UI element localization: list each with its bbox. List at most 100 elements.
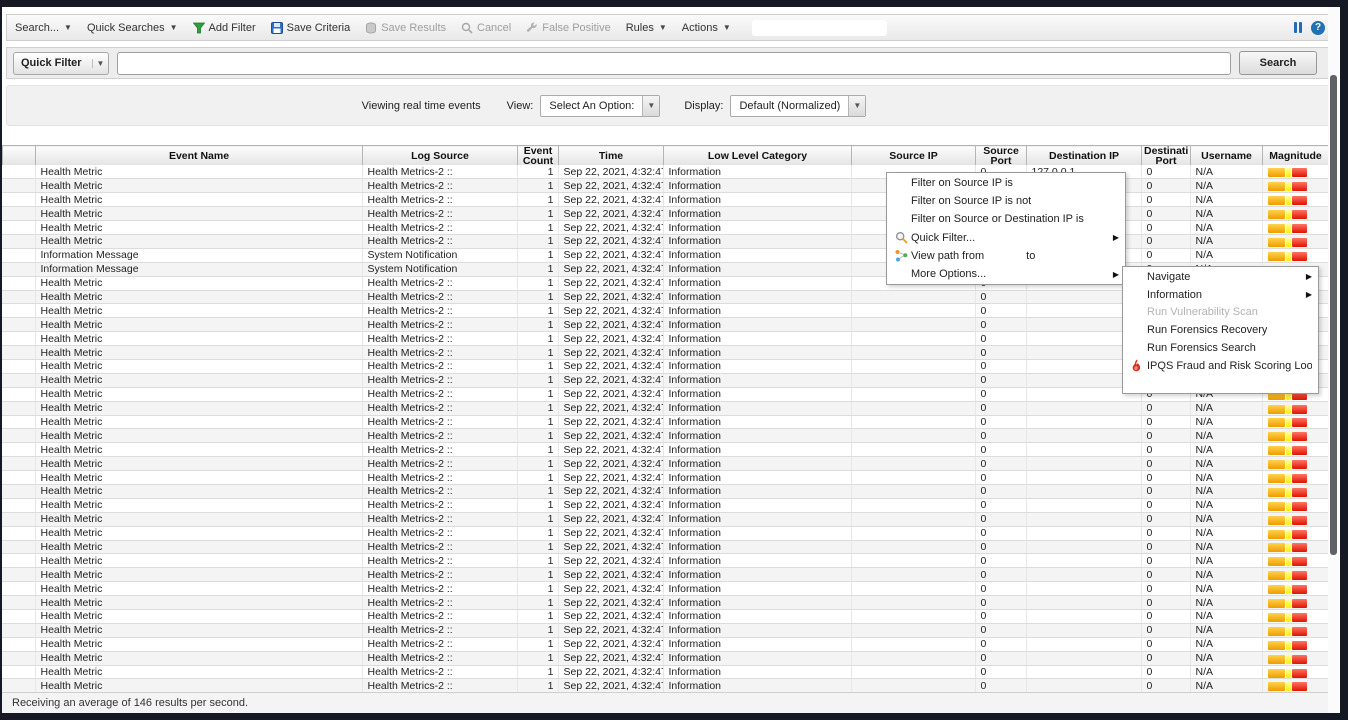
table-row[interactable]: Health Metric Health Metrics-2 :: 1 Sep …: [2, 665, 1328, 679]
column-header-time[interactable]: Time: [559, 146, 664, 167]
column-header-destination-ip[interactable]: Destination IP: [1027, 146, 1142, 167]
row-select-cell: [2, 359, 35, 373]
event-count-cell: 1: [517, 234, 558, 248]
toolbar: Search...▼ Quick Searches▼ Add Filter Sa…: [6, 14, 1334, 41]
view-label: View:: [507, 100, 534, 112]
help-icon[interactable]: ?: [1311, 21, 1325, 35]
submenu-item-run-vulnerability-scan[interactable]: Run Vulnerability Scan: [1123, 304, 1318, 322]
table-row[interactable]: Health Metric Health Metrics-2 :: 1 Sep …: [2, 554, 1328, 568]
table-row[interactable]: Health Metric Health Metrics-2 :: 1 Sep …: [2, 471, 1328, 485]
table-row[interactable]: Health Metric Health Metrics-2 :: 1 Sep …: [2, 679, 1328, 692]
table-row[interactable]: Health Metric Health Metrics-2 :: 1 Sep …: [2, 637, 1328, 651]
magnitude-bar: [1268, 235, 1328, 248]
submenu-item-navigate[interactable]: Navigate ▶: [1123, 268, 1318, 286]
destination-ip-cell: [1026, 429, 1141, 443]
row-select-cell: [2, 457, 35, 471]
submenu-item-information[interactable]: Information ▶: [1123, 286, 1318, 304]
vertical-scrollbar[interactable]: [1328, 7, 1340, 713]
quick-searches-menu-button[interactable]: Quick Searches▼: [87, 22, 178, 34]
log-source-cell: Health Metrics-2 ::: [362, 568, 517, 582]
table-row[interactable]: Health Metric Health Metrics-2 :: 1 Sep …: [2, 526, 1328, 540]
time-cell: Sep 22, 2021, 4:32:47 PM: [558, 179, 663, 193]
low-level-category-cell: Information: [663, 554, 851, 568]
menu-item-filter-source-ip-is-not[interactable]: Filter on Source IP is not: [887, 192, 1125, 210]
source-ip-cell: [851, 568, 975, 582]
table-row[interactable]: Health Metric Health Metrics-2 :: 1 Sep …: [2, 234, 1328, 248]
table-row[interactable]: Health Metric Health Metrics-2 :: 1 Sep …: [2, 415, 1328, 429]
add-filter-button[interactable]: Add Filter: [193, 22, 256, 34]
source-port-cell: 0: [975, 623, 1026, 637]
submenu-item-run-forensics-search[interactable]: Run Forensics Search: [1123, 339, 1318, 357]
submenu-item-run-forensics-recovery[interactable]: Run Forensics Recovery: [1123, 321, 1318, 339]
row-select-cell: [2, 193, 35, 207]
column-header-source-ip[interactable]: Source IP: [852, 146, 976, 167]
source-port-cell: 0: [975, 637, 1026, 651]
magnitude-bar: [1268, 207, 1328, 220]
actions-menu-button[interactable]: Actions▼: [682, 22, 731, 34]
table-row[interactable]: Health Metric Health Metrics-2 :: 1 Sep …: [2, 623, 1328, 637]
false-positive-button[interactable]: False Positive: [526, 22, 610, 34]
submenu-item-ipqs-lookup[interactable]: IPQS Fraud and Risk Scoring Lookup: [1123, 357, 1318, 375]
destination-port-cell: 0: [1141, 596, 1190, 610]
scrollbar-thumb[interactable]: [1330, 75, 1337, 555]
column-header-destination-port[interactable]: Destinati Port: [1142, 146, 1191, 167]
table-row[interactable]: Health Metric Health Metrics-2 :: 1 Sep …: [2, 540, 1328, 554]
magnitude-bar: [1268, 624, 1328, 637]
column-header-event-count[interactable]: Event Count: [518, 146, 559, 167]
table-row[interactable]: Health Metric Health Metrics-2 :: 1 Sep …: [2, 179, 1328, 193]
table-row[interactable]: Health Metric Health Metrics-2 :: 1 Sep …: [2, 401, 1328, 415]
table-row[interactable]: Health Metric Health Metrics-2 :: 1 Sep …: [2, 221, 1328, 235]
display-select[interactable]: Default (Normalized) ▼: [730, 95, 866, 117]
table-row[interactable]: Health Metric Health Metrics-2 :: 1 Sep …: [2, 207, 1328, 221]
table-row[interactable]: Health Metric Health Metrics-2 :: 1 Sep …: [2, 596, 1328, 610]
table-row[interactable]: Health Metric Health Metrics-2 :: 1 Sep …: [2, 165, 1328, 179]
low-level-category-cell: Information: [663, 484, 851, 498]
quick-filter-input[interactable]: [117, 52, 1231, 75]
source-ip-cell: [851, 526, 975, 540]
source-port-cell: 0: [975, 651, 1026, 665]
column-header-source-port[interactable]: Source Port: [976, 146, 1027, 167]
column-header-low-level-category[interactable]: Low Level Category: [664, 146, 852, 167]
search-menu-button[interactable]: Search...▼: [15, 22, 72, 34]
menu-item-view-path[interactable]: View path from to: [887, 247, 1125, 265]
table-row[interactable]: Health Metric Health Metrics-2 :: 1 Sep …: [2, 429, 1328, 443]
event-count-cell: 1: [517, 582, 558, 596]
log-source-cell: Health Metrics-2 ::: [362, 276, 517, 290]
time-cell: Sep 22, 2021, 4:32:47 PM: [558, 457, 663, 471]
column-header-event-name[interactable]: Event Name: [36, 146, 363, 167]
submenu-arrow-icon: ▶: [1306, 272, 1312, 281]
menu-item-filter-source-or-destination-ip[interactable]: Filter on Source or Destination IP is: [887, 210, 1125, 228]
search-button[interactable]: Search: [1239, 51, 1317, 75]
menu-item-quick-filter[interactable]: Quick Filter... ▶: [887, 229, 1125, 247]
column-header-magnitude[interactable]: Magnitude: [1263, 146, 1329, 167]
row-select-cell: [2, 554, 35, 568]
column-header-username[interactable]: Username: [1191, 146, 1263, 167]
table-row[interactable]: Health Metric Health Metrics-2 :: 1 Sep …: [2, 484, 1328, 498]
table-row[interactable]: Health Metric Health Metrics-2 :: 1 Sep …: [2, 512, 1328, 526]
table-row[interactable]: Health Metric Health Metrics-2 :: 1 Sep …: [2, 193, 1328, 207]
table-row[interactable]: Health Metric Health Metrics-2 :: 1 Sep …: [2, 582, 1328, 596]
log-source-cell: Health Metrics-2 ::: [362, 346, 517, 360]
column-header-select[interactable]: [3, 146, 36, 167]
cancel-button[interactable]: Cancel: [461, 22, 511, 34]
table-row[interactable]: Information Message System Notification …: [2, 248, 1328, 262]
row-select-cell: [2, 443, 35, 457]
table-row[interactable]: Health Metric Health Metrics-2 :: 1 Sep …: [2, 610, 1328, 624]
save-criteria-button[interactable]: Save Criteria: [271, 22, 351, 34]
table-row[interactable]: Health Metric Health Metrics-2 :: 1 Sep …: [2, 498, 1328, 512]
table-row[interactable]: Health Metric Health Metrics-2 :: 1 Sep …: [2, 568, 1328, 582]
time-cell: Sep 22, 2021, 4:32:47 PM: [558, 373, 663, 387]
filter-mode-select[interactable]: Quick Filter ▼: [13, 52, 109, 75]
log-source-cell: Health Metrics-2 ::: [362, 318, 517, 332]
menu-item-more-options[interactable]: More Options... ▶: [887, 265, 1125, 283]
table-row[interactable]: Health Metric Health Metrics-2 :: 1 Sep …: [2, 651, 1328, 665]
view-select[interactable]: Select An Option: ▼: [540, 95, 660, 117]
column-header-log-source[interactable]: Log Source: [363, 146, 518, 167]
save-results-button[interactable]: Save Results: [365, 22, 446, 34]
table-row[interactable]: Health Metric Health Metrics-2 :: 1 Sep …: [2, 457, 1328, 471]
pause-button[interactable]: [1294, 22, 1302, 33]
menu-item-filter-source-ip-is[interactable]: Filter on Source IP is: [887, 174, 1125, 192]
row-select-cell: [2, 651, 35, 665]
table-row[interactable]: Health Metric Health Metrics-2 :: 1 Sep …: [2, 443, 1328, 457]
rules-menu-button[interactable]: Rules▼: [626, 22, 667, 34]
